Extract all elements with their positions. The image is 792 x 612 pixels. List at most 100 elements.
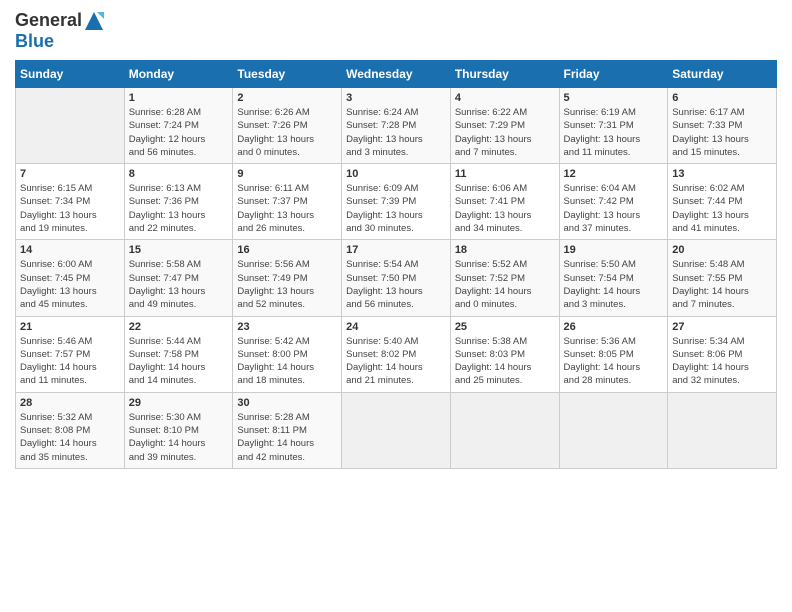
- day-info: Sunrise: 5:50 AMSunset: 7:54 PMDaylight:…: [564, 258, 664, 311]
- day-number: 25: [455, 321, 555, 333]
- day-number: 30: [237, 397, 337, 409]
- day-info: Sunrise: 5:38 AMSunset: 8:03 PMDaylight:…: [455, 335, 555, 388]
- day-number: 9: [237, 168, 337, 180]
- table-cell: 22 Sunrise: 5:44 AMSunset: 7:58 PMDayligh…: [124, 316, 233, 392]
- table-cell: 14 Sunrise: 6:00 AMSunset: 7:45 PMDayligh…: [16, 240, 125, 316]
- logo-icon: [84, 11, 104, 31]
- day-number: 14: [20, 244, 120, 256]
- day-number: 26: [564, 321, 664, 333]
- day-number: 17: [346, 244, 446, 256]
- table-cell: [559, 392, 668, 468]
- day-info: Sunrise: 5:40 AMSunset: 8:02 PMDaylight:…: [346, 335, 446, 388]
- day-info: Sunrise: 5:54 AMSunset: 7:50 PMDaylight:…: [346, 258, 446, 311]
- logo-blue: Blue: [15, 31, 54, 52]
- day-info: Sunrise: 6:11 AMSunset: 7:37 PMDaylight:…: [237, 182, 337, 235]
- day-info: Sunrise: 6:04 AMSunset: 7:42 PMDaylight:…: [564, 182, 664, 235]
- day-number: 11: [455, 168, 555, 180]
- table-cell: 29 Sunrise: 5:30 AMSunset: 8:10 PMDayligh…: [124, 392, 233, 468]
- table-cell: 28 Sunrise: 5:32 AMSunset: 8:08 PMDayligh…: [16, 392, 125, 468]
- table-cell: 12 Sunrise: 6:04 AMSunset: 7:42 PMDayligh…: [559, 164, 668, 240]
- table-cell: 4 Sunrise: 6:22 AMSunset: 7:29 PMDaylight…: [450, 88, 559, 164]
- day-info: Sunrise: 5:36 AMSunset: 8:05 PMDaylight:…: [564, 335, 664, 388]
- table-cell: 6 Sunrise: 6:17 AMSunset: 7:33 PMDaylight…: [668, 88, 777, 164]
- day-info: Sunrise: 5:30 AMSunset: 8:10 PMDaylight:…: [129, 411, 229, 464]
- day-number: 2: [237, 92, 337, 104]
- table-cell: 23 Sunrise: 5:42 AMSunset: 8:00 PMDayligh…: [233, 316, 342, 392]
- table-cell: 21Sunrise: 5:46 AMSunset: 7:57 PMDayligh…: [16, 316, 125, 392]
- day-number: 7: [20, 168, 120, 180]
- day-number: 5: [564, 92, 664, 104]
- day-number: 23: [237, 321, 337, 333]
- table-cell: 13 Sunrise: 6:02 AMSunset: 7:44 PMDayligh…: [668, 164, 777, 240]
- day-number: 16: [237, 244, 337, 256]
- day-info: Sunrise: 6:19 AMSunset: 7:31 PMDaylight:…: [564, 106, 664, 159]
- day-number: 15: [129, 244, 229, 256]
- day-number: 22: [129, 321, 229, 333]
- day-header-tuesday: Tuesday: [233, 61, 342, 88]
- day-number: 18: [455, 244, 555, 256]
- table-cell: 24 Sunrise: 5:40 AMSunset: 8:02 PMDayligh…: [342, 316, 451, 392]
- day-info: Sunrise: 6:28 AMSunset: 7:24 PMDaylight:…: [129, 106, 229, 159]
- day-number: 4: [455, 92, 555, 104]
- day-number: 12: [564, 168, 664, 180]
- day-info: Sunrise: 5:48 AMSunset: 7:55 PMDaylight:…: [672, 258, 772, 311]
- day-info: Sunrise: 5:42 AMSunset: 8:00 PMDaylight:…: [237, 335, 337, 388]
- day-number: 3: [346, 92, 446, 104]
- day-number: 6: [672, 92, 772, 104]
- day-info: Sunrise: 5:44 AMSunset: 7:58 PMDaylight:…: [129, 335, 229, 388]
- day-info: Sunrise: 6:00 AMSunset: 7:45 PMDaylight:…: [20, 258, 120, 311]
- table-cell: 27 Sunrise: 5:34 AMSunset: 8:06 PMDayligh…: [668, 316, 777, 392]
- day-number: 1: [129, 92, 229, 104]
- day-info: Sunrise: 6:26 AMSunset: 7:26 PMDaylight:…: [237, 106, 337, 159]
- day-info: Sunrise: 5:56 AMSunset: 7:49 PMDaylight:…: [237, 258, 337, 311]
- table-cell: 25 Sunrise: 5:38 AMSunset: 8:03 PMDayligh…: [450, 316, 559, 392]
- table-cell: 3 Sunrise: 6:24 AMSunset: 7:28 PMDaylight…: [342, 88, 451, 164]
- day-number: 20: [672, 244, 772, 256]
- day-header-wednesday: Wednesday: [342, 61, 451, 88]
- table-cell: 20 Sunrise: 5:48 AMSunset: 7:55 PMDayligh…: [668, 240, 777, 316]
- day-info: Sunrise: 6:06 AMSunset: 7:41 PMDaylight:…: [455, 182, 555, 235]
- day-info: Sunrise: 6:22 AMSunset: 7:29 PMDaylight:…: [455, 106, 555, 159]
- day-info: Sunrise: 5:32 AMSunset: 8:08 PMDaylight:…: [20, 411, 120, 464]
- table-cell: 11 Sunrise: 6:06 AMSunset: 7:41 PMDayligh…: [450, 164, 559, 240]
- table-cell: 5 Sunrise: 6:19 AMSunset: 7:31 PMDaylight…: [559, 88, 668, 164]
- logo-general: General: [15, 10, 82, 31]
- day-number: 28: [20, 397, 120, 409]
- table-cell: 17 Sunrise: 5:54 AMSunset: 7:50 PMDayligh…: [342, 240, 451, 316]
- day-number: 27: [672, 321, 772, 333]
- table-cell: 9 Sunrise: 6:11 AMSunset: 7:37 PMDaylight…: [233, 164, 342, 240]
- table-cell: 7Sunrise: 6:15 AMSunset: 7:34 PMDaylight…: [16, 164, 125, 240]
- day-info: Sunrise: 6:02 AMSunset: 7:44 PMDaylight:…: [672, 182, 772, 235]
- day-info: Sunrise: 5:58 AMSunset: 7:47 PMDaylight:…: [129, 258, 229, 311]
- day-info: Sunrise: 6:13 AMSunset: 7:36 PMDaylight:…: [129, 182, 229, 235]
- table-cell: 18 Sunrise: 5:52 AMSunset: 7:52 PMDayligh…: [450, 240, 559, 316]
- table-cell: [342, 392, 451, 468]
- day-info: Sunrise: 5:52 AMSunset: 7:52 PMDaylight:…: [455, 258, 555, 311]
- header: GeneralBlue: [15, 10, 777, 52]
- table-cell: [16, 88, 125, 164]
- day-info: Sunrise: 5:28 AMSunset: 8:11 PMDaylight:…: [237, 411, 337, 464]
- table-cell: 26 Sunrise: 5:36 AMSunset: 8:05 PMDayligh…: [559, 316, 668, 392]
- table-cell: 15 Sunrise: 5:58 AMSunset: 7:47 PMDayligh…: [124, 240, 233, 316]
- table-cell: [668, 392, 777, 468]
- logo: GeneralBlue: [15, 10, 104, 52]
- day-number: 19: [564, 244, 664, 256]
- table-cell: 1 Sunrise: 6:28 AMSunset: 7:24 PMDaylight…: [124, 88, 233, 164]
- day-info: Sunrise: 6:17 AMSunset: 7:33 PMDaylight:…: [672, 106, 772, 159]
- table-cell: 8Sunrise: 6:13 AMSunset: 7:36 PMDaylight…: [124, 164, 233, 240]
- day-info: Sunrise: 5:46 AMSunset: 7:57 PMDaylight:…: [20, 335, 120, 388]
- day-info: Sunrise: 5:34 AMSunset: 8:06 PMDaylight:…: [672, 335, 772, 388]
- day-info: Sunrise: 6:24 AMSunset: 7:28 PMDaylight:…: [346, 106, 446, 159]
- table-cell: 10Sunrise: 6:09 AMSunset: 7:39 PMDayligh…: [342, 164, 451, 240]
- day-info: Sunrise: 6:09 AMSunset: 7:39 PMDaylight:…: [346, 182, 446, 235]
- day-header-friday: Friday: [559, 61, 668, 88]
- calendar-table: SundayMondayTuesdayWednesdayThursdayFrid…: [15, 60, 777, 469]
- day-header-monday: Monday: [124, 61, 233, 88]
- day-number: 24: [346, 321, 446, 333]
- table-cell: 16 Sunrise: 5:56 AMSunset: 7:49 PMDayligh…: [233, 240, 342, 316]
- day-number: 29: [129, 397, 229, 409]
- day-header-sunday: Sunday: [16, 61, 125, 88]
- day-header-saturday: Saturday: [668, 61, 777, 88]
- day-number: 13: [672, 168, 772, 180]
- table-cell: 30 Sunrise: 5:28 AMSunset: 8:11 PMDayligh…: [233, 392, 342, 468]
